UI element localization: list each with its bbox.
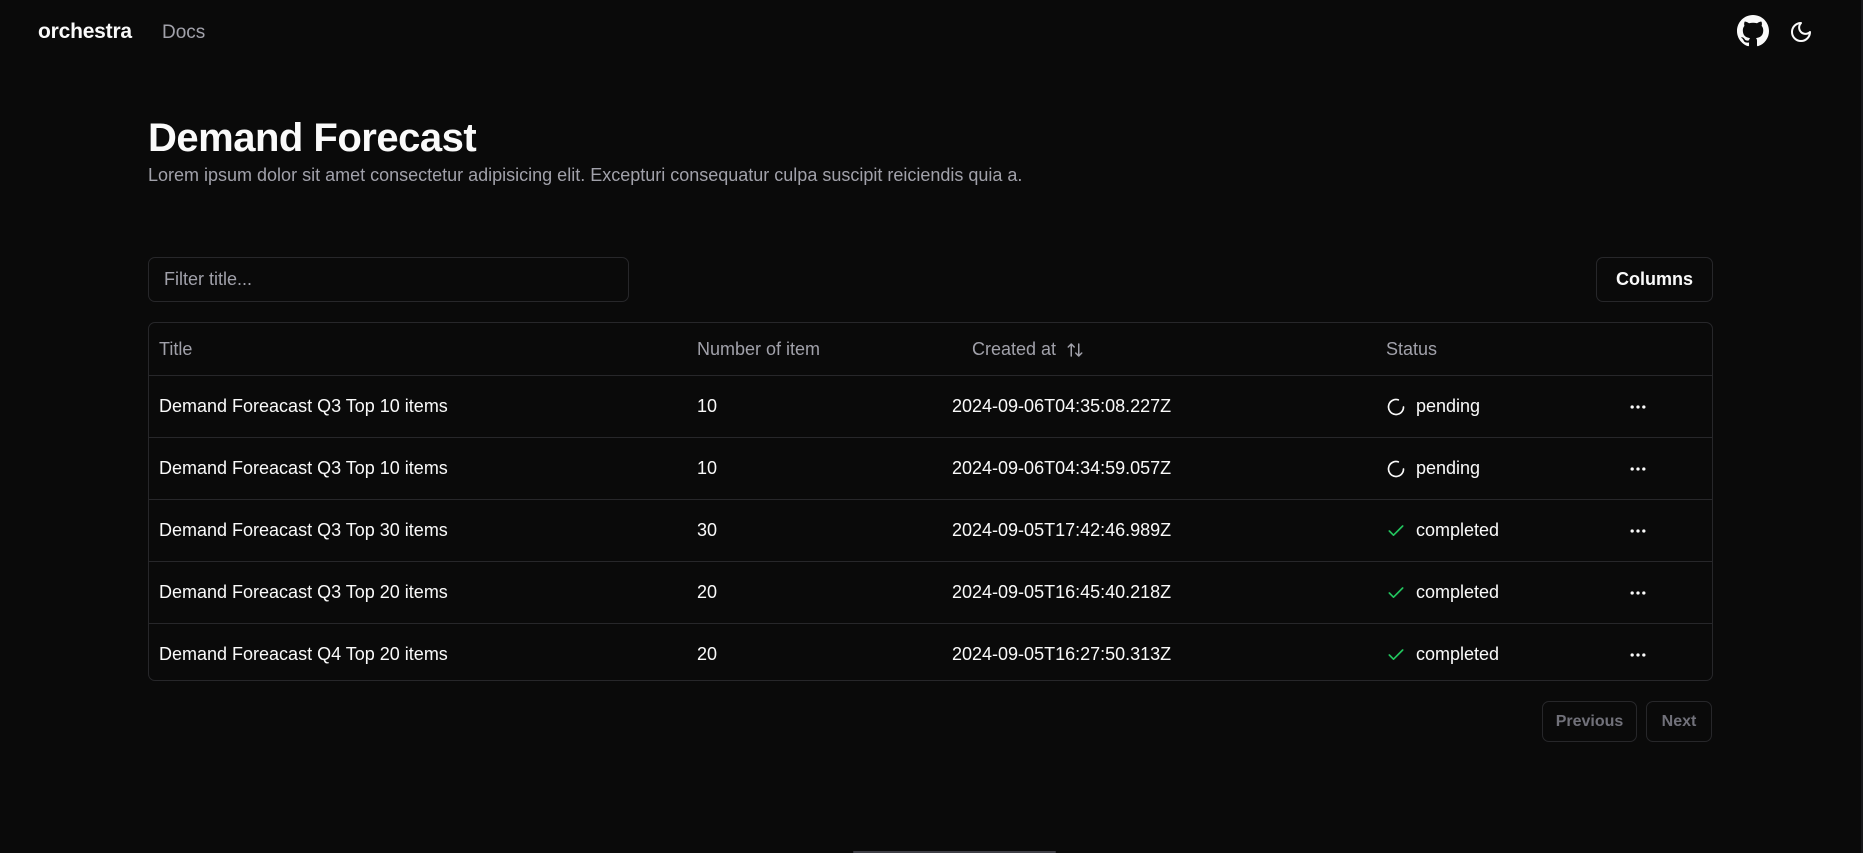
more-horizontal-icon: [1630, 467, 1646, 471]
row-status: pending: [1386, 396, 1480, 417]
row-created-at: 2024-09-06T04:34:59.057Z: [952, 458, 1172, 478]
row-number-of-item: 10: [697, 396, 718, 416]
row-actions-button[interactable]: [1624, 517, 1652, 545]
docs-link[interactable]: Docs: [162, 22, 205, 44]
row-created-at: 2024-09-06T04:35:08.227Z: [952, 396, 1172, 416]
page-title: Demand Forecast: [148, 116, 477, 160]
row-number-of-item: 30: [697, 520, 718, 540]
loader-icon: [1387, 398, 1405, 415]
header-title: Title: [159, 339, 193, 359]
row-created-at: 2024-09-05T17:42:46.989Z: [952, 520, 1172, 540]
status-label: pending: [1416, 396, 1481, 416]
columns-button[interactable]: Columns: [1596, 257, 1713, 302]
table-row[interactable]: Demand Foreacast Q3 Top 30 items 30 2024…: [149, 500, 1712, 562]
status-label: completed: [1416, 644, 1500, 664]
table-row[interactable]: Demand Foreacast Q4 Top 20 items 20 2024…: [149, 624, 1712, 680]
row-status: completed: [1386, 644, 1499, 665]
row-title: Demand Foreacast Q3 Top 20 items: [159, 582, 448, 602]
row-created-at: 2024-09-05T16:27:50.313Z: [952, 644, 1172, 664]
row-status: completed: [1386, 582, 1499, 603]
row-number-of-item: 20: [697, 644, 718, 664]
row-actions-button[interactable]: [1624, 641, 1652, 669]
row-status: pending: [1386, 458, 1480, 479]
header-status: Status: [1386, 339, 1438, 359]
row-number-of-item: 20: [697, 582, 718, 602]
row-actions-button[interactable]: [1624, 455, 1652, 483]
header-created-at-sort-button[interactable]: Created at: [972, 339, 1084, 360]
status-label: completed: [1416, 520, 1500, 540]
brand-logo[interactable]: orchestra: [38, 20, 132, 44]
row-actions-button[interactable]: [1624, 393, 1652, 421]
sort-arrows-icon: [1067, 342, 1083, 357]
row-created-at: 2024-09-05T16:45:40.218Z: [952, 582, 1172, 602]
more-horizontal-icon: [1630, 591, 1646, 595]
header-created-at-label: Created at: [972, 339, 1057, 359]
row-title: Demand Foreacast Q3 Top 30 items: [159, 520, 448, 540]
page-subtitle: Lorem ipsum dolor sit amet consectetur a…: [148, 165, 1023, 185]
more-horizontal-icon: [1630, 405, 1646, 409]
status-label: pending: [1416, 458, 1481, 478]
check-icon: [1388, 524, 1404, 536]
table-row[interactable]: Demand Foreacast Q3 Top 20 items 20 2024…: [149, 562, 1712, 624]
github-icon[interactable]: [1737, 15, 1769, 47]
table-header: Title Number of item Created at Status: [149, 323, 1712, 376]
filter-title-input[interactable]: [148, 257, 629, 302]
top-navbar: orchestra Docs: [0, 0, 1863, 66]
row-title: Demand Foreacast Q3 Top 10 items: [159, 396, 448, 416]
row-status: completed: [1386, 520, 1499, 541]
loader-icon: [1387, 460, 1405, 477]
more-horizontal-icon: [1630, 653, 1646, 657]
table-row[interactable]: Demand Foreacast Q3 Top 10 items 10 2024…: [149, 438, 1712, 500]
check-icon: [1388, 586, 1404, 598]
moon-icon[interactable]: [1789, 20, 1813, 44]
status-label: completed: [1416, 582, 1500, 602]
row-number-of-item: 10: [697, 458, 718, 478]
more-horizontal-icon: [1630, 529, 1646, 533]
row-title: Demand Foreacast Q4 Top 20 items: [159, 644, 448, 664]
next-page-button[interactable]: Next: [1646, 701, 1712, 742]
check-icon: [1388, 648, 1404, 660]
row-title: Demand Foreacast Q3 Top 10 items: [159, 458, 448, 478]
header-number-of-item: Number of item: [697, 339, 821, 359]
data-table: Title Number of item Created at Status D…: [148, 322, 1713, 681]
table-row[interactable]: Demand Foreacast Q3 Top 10 items 10 2024…: [149, 376, 1712, 438]
row-actions-button[interactable]: [1624, 579, 1652, 607]
previous-page-button[interactable]: Previous: [1542, 701, 1637, 742]
